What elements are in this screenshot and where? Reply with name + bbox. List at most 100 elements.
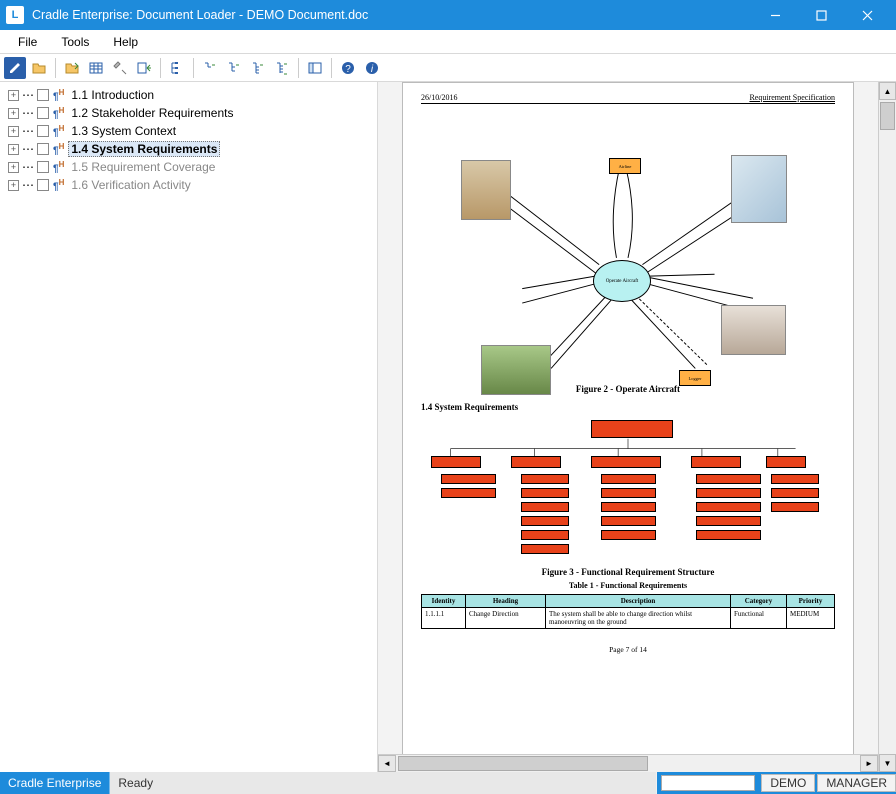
checkbox[interactable] bbox=[37, 179, 49, 191]
tools-icon[interactable] bbox=[109, 57, 131, 79]
actor-image-fuel bbox=[721, 305, 786, 355]
status-empty-field bbox=[661, 775, 755, 791]
tree-item-coverage[interactable]: +⋯ ¶H 1.5 Requirement Coverage bbox=[2, 158, 375, 176]
para-icon: ¶H bbox=[52, 88, 65, 102]
th-heading: Heading bbox=[466, 595, 546, 608]
page-number: Page 7 of 14 bbox=[421, 645, 835, 654]
expand-icon[interactable]: + bbox=[8, 180, 19, 191]
import-icon[interactable] bbox=[133, 57, 155, 79]
tree-icon[interactable] bbox=[166, 57, 188, 79]
tree-item-system-req[interactable]: +⋯ ¶H 1.4 System Requirements bbox=[2, 140, 375, 158]
checkbox[interactable] bbox=[37, 143, 49, 155]
org-root bbox=[591, 420, 673, 438]
outline3-icon[interactable] bbox=[247, 57, 269, 79]
tree-item-introduction[interactable]: +⋯ ¶H 1.1 Introduction bbox=[2, 86, 375, 104]
expand-icon[interactable]: + bbox=[8, 162, 19, 173]
maximize-button[interactable] bbox=[798, 0, 844, 30]
document-page: 26/10/2016 Requirement Specification bbox=[402, 82, 854, 754]
checkbox[interactable] bbox=[37, 89, 49, 101]
actor-image-checkin bbox=[461, 160, 511, 220]
th-priority: Priority bbox=[787, 595, 835, 608]
outline4-icon[interactable] bbox=[271, 57, 293, 79]
tree-item-context[interactable]: +⋯ ¶H 1.3 System Context bbox=[2, 122, 375, 140]
expand-icon[interactable]: + bbox=[8, 144, 19, 155]
info-icon[interactable]: i bbox=[361, 57, 383, 79]
close-button[interactable] bbox=[844, 0, 890, 30]
vertical-scrollbar[interactable]: ▲ ▼ bbox=[878, 82, 896, 772]
page-viewport[interactable]: 26/10/2016 Requirement Specification bbox=[378, 82, 878, 754]
status-app-name: Cradle Enterprise bbox=[0, 772, 110, 794]
scroll-right-icon[interactable]: ► bbox=[860, 755, 878, 772]
app-icon: L bbox=[6, 6, 24, 24]
horizontal-scrollbar[interactable]: ◄ ► bbox=[378, 754, 878, 772]
edit-icon[interactable] bbox=[4, 57, 26, 79]
tree-item-label: 1.3 System Context bbox=[68, 123, 179, 139]
checkbox[interactable] bbox=[37, 161, 49, 173]
expand-icon[interactable]: + bbox=[8, 108, 19, 119]
menu-tools[interactable]: Tools bbox=[49, 32, 101, 52]
th-description: Description bbox=[546, 595, 731, 608]
para-icon: ¶H bbox=[52, 124, 65, 138]
table-header-row: Identity Heading Description Category Pr… bbox=[422, 595, 835, 608]
th-identity: Identity bbox=[422, 595, 466, 608]
process-oval: Operate Aircraft bbox=[593, 260, 651, 302]
document-preview: 26/10/2016 Requirement Specification bbox=[378, 82, 896, 772]
table-row: 1.1.1.1 Change Direction The system shal… bbox=[422, 608, 835, 629]
separator bbox=[298, 58, 299, 78]
help-icon[interactable]: ? bbox=[337, 57, 359, 79]
th-category: Category bbox=[731, 595, 787, 608]
toolbar: ? i bbox=[0, 54, 896, 82]
tree-item-verification[interactable]: +⋯ ¶H 1.6 Verification Activity bbox=[2, 176, 375, 194]
actor-box-logger: Logger bbox=[679, 370, 711, 386]
actor-image-maint bbox=[481, 345, 551, 395]
context-diagram: Airline Logger Operate Aircraft bbox=[421, 130, 835, 380]
separator bbox=[193, 58, 194, 78]
td-category: Functional bbox=[731, 608, 787, 629]
para-icon: ¶H bbox=[52, 178, 65, 192]
scroll-up-icon[interactable]: ▲ bbox=[879, 82, 896, 100]
section-heading: 1.4 System Requirements bbox=[421, 402, 835, 412]
folder-icon[interactable] bbox=[28, 57, 50, 79]
scroll-left-icon[interactable]: ◄ bbox=[378, 755, 396, 772]
doc-header-right: Requirement Specification bbox=[749, 93, 835, 102]
scroll-down-icon[interactable]: ▼ bbox=[879, 754, 896, 772]
minimize-button[interactable] bbox=[752, 0, 798, 30]
tree-item-label: 1.5 Requirement Coverage bbox=[68, 159, 218, 175]
svg-text:?: ? bbox=[345, 64, 351, 75]
open-folder-icon[interactable] bbox=[61, 57, 83, 79]
menu-file[interactable]: File bbox=[6, 32, 49, 52]
menu-help[interactable]: Help bbox=[101, 32, 150, 52]
outline-tree[interactable]: +⋯ ¶H 1.1 Introduction +⋯ ¶H 1.2 Stakeho… bbox=[0, 82, 378, 772]
status-bar: Cradle Enterprise Ready DEMO MANAGER bbox=[0, 772, 896, 794]
tree-item-label: 1.4 System Requirements bbox=[68, 141, 220, 157]
window-title: Cradle Enterprise: Document Loader - DEM… bbox=[32, 8, 752, 22]
checkbox[interactable] bbox=[37, 125, 49, 137]
menubar: File Tools Help bbox=[0, 30, 896, 54]
para-icon: ¶H bbox=[52, 142, 65, 156]
checkbox[interactable] bbox=[37, 107, 49, 119]
actor-box-airline: Airline bbox=[609, 158, 641, 174]
hscroll-thumb[interactable] bbox=[398, 756, 648, 771]
td-priority: MEDIUM bbox=[787, 608, 835, 629]
requirement-structure-chart bbox=[421, 418, 835, 563]
table1-caption: Table 1 - Functional Requirements bbox=[421, 581, 835, 590]
para-icon: ¶H bbox=[52, 106, 65, 120]
grid-icon[interactable] bbox=[85, 57, 107, 79]
tree-item-label: 1.6 Verification Activity bbox=[68, 177, 193, 193]
actor-image-tower bbox=[731, 155, 787, 223]
outline2-icon[interactable] bbox=[223, 57, 245, 79]
outline1-icon[interactable] bbox=[199, 57, 221, 79]
tree-item-stakeholder[interactable]: +⋯ ¶H 1.2 Stakeholder Requirements bbox=[2, 104, 375, 122]
tree-item-label: 1.1 Introduction bbox=[68, 87, 157, 103]
expand-icon[interactable]: + bbox=[8, 90, 19, 101]
status-manager-button[interactable]: MANAGER bbox=[817, 774, 896, 792]
expand-icon[interactable]: + bbox=[8, 126, 19, 137]
status-demo-button[interactable]: DEMO bbox=[761, 774, 815, 792]
titlebar: L Cradle Enterprise: Document Loader - D… bbox=[0, 0, 896, 30]
connector: ⋯ bbox=[22, 124, 34, 138]
connector: ⋯ bbox=[22, 142, 34, 156]
panel-icon[interactable] bbox=[304, 57, 326, 79]
vscroll-thumb[interactable] bbox=[880, 102, 895, 130]
connector: ⋯ bbox=[22, 106, 34, 120]
connector: ⋯ bbox=[22, 178, 34, 192]
